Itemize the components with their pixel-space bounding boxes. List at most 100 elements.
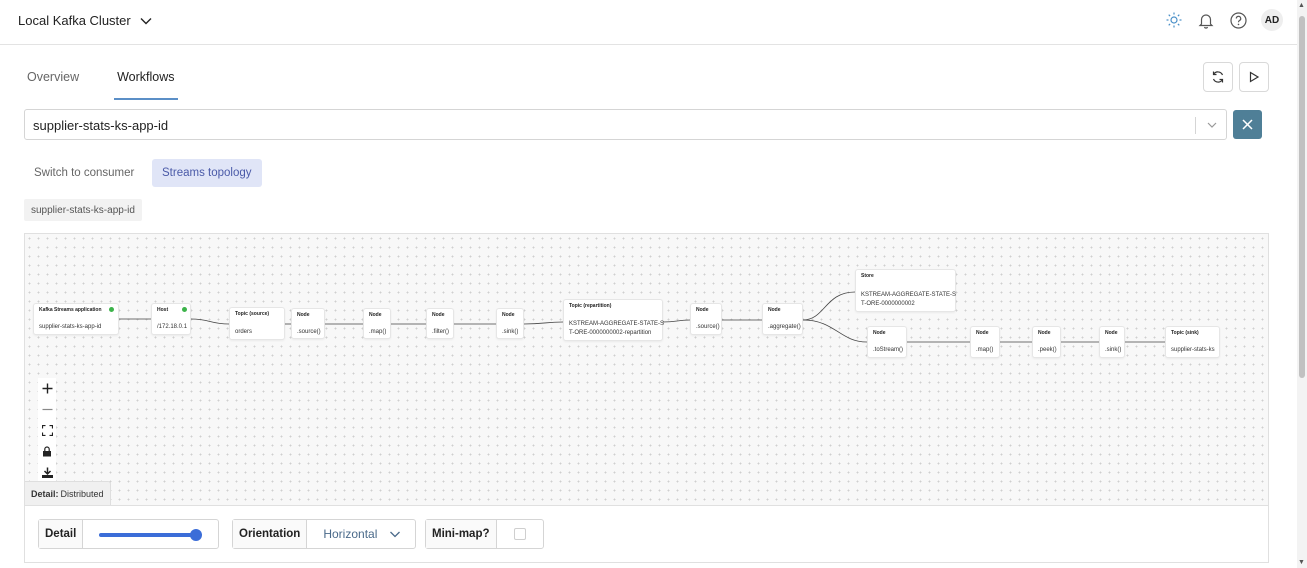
node-source[interactable]: Node .source() — [291, 308, 325, 339]
plus-icon — [42, 383, 52, 394]
scroll-up-icon[interactable]: ▲ — [1298, 2, 1305, 9]
minimap-checkbox[interactable] — [513, 528, 526, 540]
status-dot — [182, 307, 187, 312]
detail-tag-label: Detail: — [31, 488, 59, 499]
tab-workflows[interactable]: Workflows — [114, 62, 178, 100]
node-topic-source[interactable]: Topic (source) orders — [229, 307, 285, 340]
edge — [190, 318, 230, 325]
detail-control: Detail — [38, 519, 220, 549]
zoom-in-button[interactable] — [38, 378, 56, 399]
refresh-icon — [1212, 71, 1224, 83]
chevron-down-icon — [390, 531, 401, 538]
minimap-control: Mini-map? — [425, 519, 544, 549]
detail-tag-value: Distributed — [60, 488, 104, 499]
switch-to-consumer-button[interactable]: Switch to consumer — [24, 159, 144, 187]
edge — [802, 319, 868, 343]
node-body: .aggregate() — [768, 324, 801, 330]
node-header: Topic (sink) — [1171, 330, 1199, 336]
slider-track — [99, 533, 200, 537]
node-tostream[interactable]: Node .toStream() — [867, 326, 907, 358]
node-body: .toStream() — [873, 347, 904, 353]
refresh-button[interactable] — [1203, 62, 1233, 92]
node-kafka-streams-app[interactable]: Kafka Streams application supplier-stats… — [33, 303, 119, 335]
streams-topology-button[interactable]: Streams topology — [152, 159, 262, 187]
cluster-selector[interactable]: Local Kafka Cluster — [18, 13, 153, 28]
fit-view-button[interactable] — [38, 420, 56, 441]
download-icon — [41, 467, 53, 478]
node-header: Host — [157, 307, 169, 313]
node-sink-2[interactable]: Node .sink() — [1099, 326, 1125, 358]
settings-panel: Detail Orientation Horizontal Mini-map? — [24, 506, 1269, 563]
node-header: Topic (source) — [235, 311, 270, 317]
node-header: Node — [369, 312, 382, 318]
sun-icon[interactable] — [1165, 11, 1183, 29]
chevron-down-icon — [140, 17, 152, 24]
scrollbar-thumb[interactable] — [1299, 16, 1305, 378]
node-store[interactable]: Store KSTREAM-AGGREGATE-STATE-S T-ORE-00… — [855, 269, 956, 312]
fit-view-icon — [41, 425, 53, 436]
scroll-down-icon[interactable]: ▼ — [1298, 559, 1305, 566]
node-body: .source() — [297, 329, 321, 335]
detail-slider[interactable] — [83, 520, 218, 548]
node-aggregate[interactable]: Node .aggregate() — [762, 303, 803, 335]
node-header: Topic (repartition) — [569, 303, 612, 309]
edge — [523, 321, 564, 325]
download-button[interactable] — [38, 462, 56, 483]
minus-icon — [42, 408, 52, 411]
node-header: Store — [861, 273, 874, 279]
app-id-select[interactable]: supplier-stats-ks-app-id — [24, 109, 1227, 140]
node-body: supplier-stats-ks — [1171, 347, 1215, 353]
node-body: .map() — [369, 329, 387, 335]
node-filter[interactable]: Node .filter() — [426, 308, 454, 339]
slider-handle[interactable] — [190, 529, 203, 541]
close-icon — [1242, 119, 1253, 130]
orientation-select[interactable]: Horizontal — [307, 520, 415, 548]
avatar[interactable]: AD — [1261, 9, 1283, 31]
node-body: supplier-stats-ks-app-id — [39, 324, 102, 330]
node-body: .map() — [976, 347, 994, 353]
node-header: Node — [297, 312, 310, 318]
select-separator — [1195, 117, 1196, 134]
node-host[interactable]: Host /172.18.0.1 — [151, 303, 191, 335]
workflow-tabs: Overview Workflows — [24, 62, 210, 100]
orientation-value: Horizontal — [323, 527, 378, 541]
node-body-line1: KSTREAM-AGGREGATE-STATE-S — [569, 321, 665, 327]
orientation-label: Orientation — [233, 520, 308, 548]
bell-icon[interactable] — [1197, 11, 1215, 29]
node-map[interactable]: Node .map() — [363, 308, 391, 339]
node-body-line1: KSTREAM-AGGREGATE-STATE-S — [861, 292, 957, 298]
topology-canvas[interactable]: Kafka Streams application supplier-stats… — [24, 233, 1269, 506]
node-source-2[interactable]: Node .source() — [690, 303, 722, 335]
chevron-down-icon[interactable] — [1206, 119, 1218, 131]
play-icon — [1249, 71, 1260, 83]
minimap-label: Mini-map? — [426, 520, 497, 548]
detail-level-tag: Detail: Distributed — [25, 481, 111, 505]
node-header: Node — [976, 330, 989, 336]
orientation-control: Orientation Horizontal — [232, 519, 417, 549]
node-sink[interactable]: Node .sink() — [496, 308, 524, 339]
node-header: Node — [1105, 330, 1118, 336]
top-bar: Local Kafka Cluster AD — [0, 0, 1297, 45]
node-header: Kafka Streams application — [39, 307, 102, 313]
graph-edges — [119, 291, 1165, 343]
node-topic-sink[interactable]: Topic (sink) supplier-stats-ks — [1165, 326, 1220, 358]
node-header: Node — [696, 307, 709, 313]
lock-button[interactable] — [38, 441, 56, 462]
node-map-2[interactable]: Node .map() — [970, 326, 1000, 358]
node-header: Node — [873, 330, 886, 336]
edge — [662, 319, 691, 323]
node-body-line2: T-ORE-0000000002 — [861, 301, 915, 307]
node-body-line2: T-ORE-0000000002-repartition — [569, 330, 652, 336]
node-topic-repartition[interactable]: Topic (repartition) KSTREAM-AGGREGATE-ST… — [563, 299, 665, 341]
page-scrollbar[interactable]: ▲ ▼ — [1297, 0, 1307, 568]
node-header: Node — [1038, 330, 1051, 336]
detail-label: Detail — [39, 520, 84, 548]
zoom-out-button[interactable] — [38, 399, 56, 420]
clear-button[interactable] — [1233, 110, 1262, 139]
run-button[interactable] — [1239, 62, 1269, 92]
tab-overview[interactable]: Overview — [24, 62, 82, 100]
node-body: .sink() — [502, 329, 519, 335]
help-icon[interactable] — [1229, 11, 1247, 29]
node-header: Node — [432, 312, 445, 318]
node-peek[interactable]: Node .peek() — [1032, 326, 1061, 358]
